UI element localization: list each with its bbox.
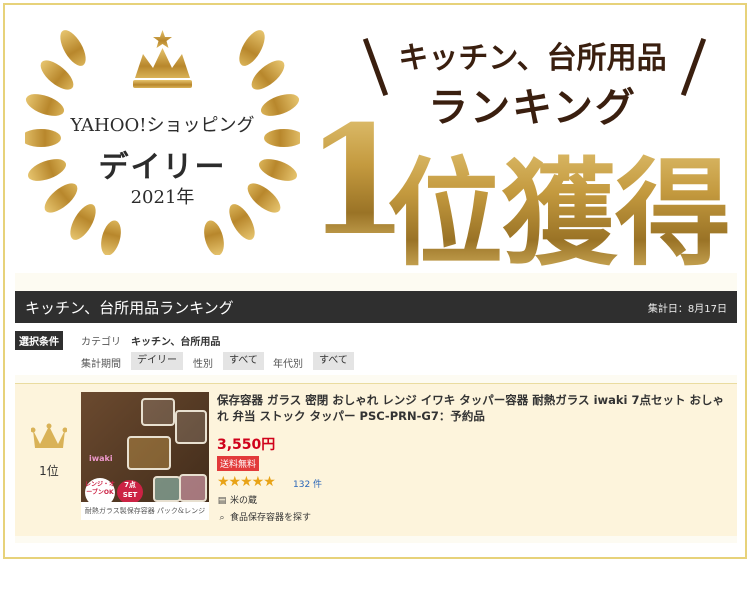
- badge-store-name: YAHOO!ショッピング: [70, 115, 255, 136]
- badge-year: 2021年: [130, 187, 195, 208]
- crown-icon: [31, 423, 67, 448]
- period-pill[interactable]: デイリー: [131, 352, 183, 370]
- container-shape: [153, 476, 181, 502]
- store-name: 米の蔵: [230, 496, 258, 506]
- container-shape: [141, 398, 175, 426]
- gender-label: 性別: [193, 359, 213, 370]
- similar-search-link[interactable]: ⌕ 食品保存容器を探す: [217, 510, 311, 523]
- ad-frame: YAHOO!ショッピング デイリー 2021年 キッチン、台所用品 ランキング …: [3, 3, 747, 559]
- badge-period: デイリー: [98, 150, 227, 185]
- ranking-date: 集計日：8月17日: [647, 304, 727, 315]
- category-value[interactable]: キッチン、台所用品: [131, 333, 220, 348]
- container-shape: [175, 410, 207, 444]
- set-count-seal: 7点SET: [117, 480, 143, 504]
- headline-rank-suffix: 位獲得: [387, 120, 731, 282]
- laurel-wreath-icon: [25, 30, 300, 255]
- product-image-caption: 耐熱ガラス製保存容器 パック&レンジ: [81, 502, 209, 520]
- period-label: 集計期間: [81, 359, 121, 370]
- product-title-link[interactable]: 保存容器 ガラス 密閉 おしゃれ レンジ イワキ タッパー容器 耐熱ガラス iw…: [217, 392, 733, 424]
- container-shape: [179, 474, 207, 502]
- category-label: カテゴリ: [81, 337, 121, 348]
- store-icon: ▤: [217, 496, 227, 506]
- free-shipping-badge: 送料無料: [217, 456, 260, 471]
- hero-banner: YAHOO!ショッピング デイリー 2021年 キッチン、台所用品 ランキング …: [5, 5, 745, 282]
- age-label: 年代別: [273, 359, 303, 370]
- rank-label: 1位: [39, 464, 59, 478]
- ranking-panel: キッチン、台所用品ランキング 集計日：8月17日 選択条件 カテゴリ キッチン、…: [15, 273, 737, 543]
- ranking-item[interactable]: 1位 iwaki レンジ・オーブンOK 7点SET 耐熱ガラス製保存容器 パック…: [15, 383, 737, 536]
- similar-search-label: 食品保存容器を探す: [230, 513, 312, 523]
- search-icon: ⌕: [219, 513, 225, 523]
- age-pill[interactable]: すべて: [313, 352, 354, 370]
- product-price: 3,550円: [217, 437, 276, 453]
- ranking-title: キッチン、台所用品ランキング: [25, 299, 234, 317]
- product-image[interactable]: iwaki レンジ・オーブンOK 7点SET 耐熱ガラス製保存容器 パック&レン…: [81, 392, 209, 520]
- ranking-header: キッチン、台所用品ランキング 集計日：8月17日: [15, 291, 737, 323]
- filter-conditions: 選択条件 カテゴリ キッチン、台所用品 集計期間 デイリー 性別 すべて 年代別…: [15, 323, 737, 375]
- rating-stars: ★★★★★: [217, 474, 276, 490]
- headline-category: キッチン、台所用品: [398, 41, 667, 76]
- container-shape: [127, 436, 171, 470]
- store-link[interactable]: ▤ 米の蔵: [217, 493, 257, 506]
- brand-tag: iwaki: [89, 454, 113, 463]
- gender-pill[interactable]: すべて: [223, 352, 264, 370]
- conditions-tag: 選択条件: [15, 331, 63, 350]
- review-count-link[interactable]: 132 件: [293, 477, 322, 490]
